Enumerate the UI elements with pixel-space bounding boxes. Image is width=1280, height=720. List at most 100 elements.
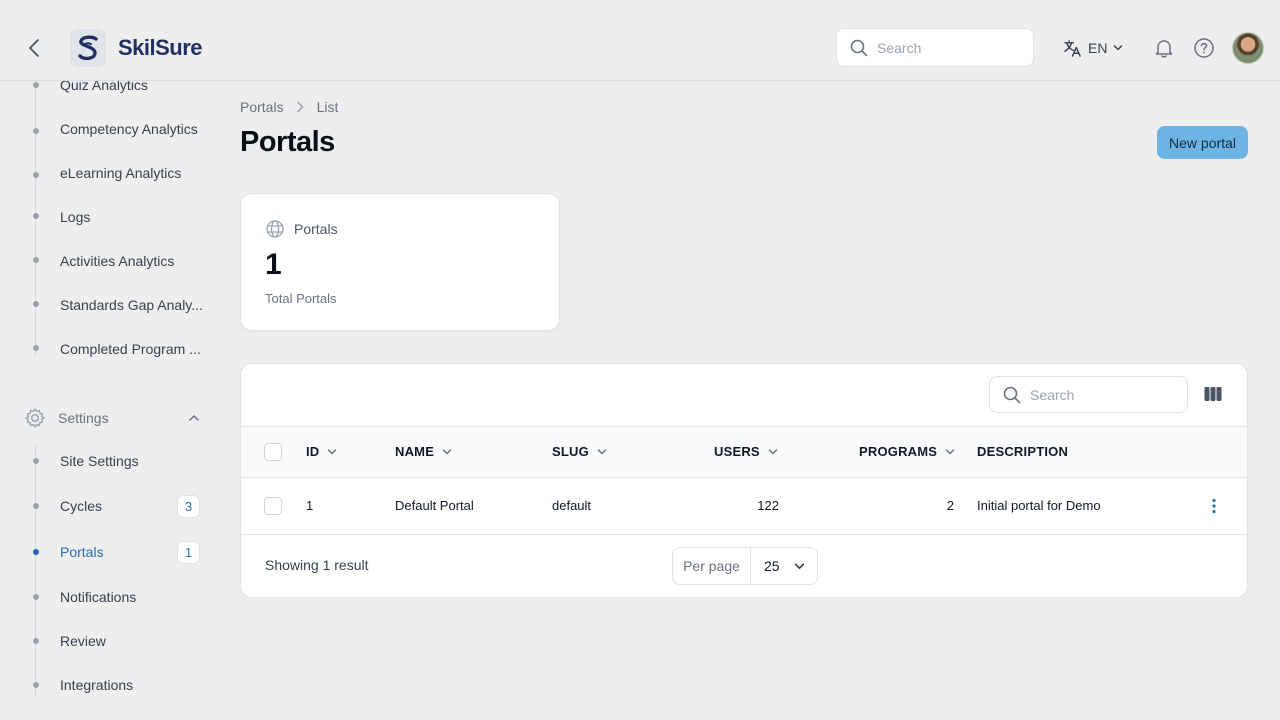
page-title: Portals: [240, 126, 335, 158]
stat-card-portals: Portals 1 Total Portals: [240, 193, 560, 331]
sidebar-item-review[interactable]: Review: [60, 633, 106, 649]
stat-card-value: 1: [265, 248, 282, 281]
sidebar-item-integrations[interactable]: Integrations: [60, 677, 133, 693]
chevron-down-icon: [1114, 45, 1123, 51]
column-toggle-button[interactable]: [1203, 384, 1223, 404]
results-summary: Showing 1 result: [265, 557, 369, 573]
row-actions-button[interactable]: [1204, 496, 1224, 516]
nav-dot-active: [33, 549, 39, 555]
per-page-select[interactable]: 25: [751, 548, 817, 584]
stat-card-header: Portals: [265, 219, 338, 239]
top-bar: SkilSure EN: [0, 0, 1280, 81]
per-page-value: 25: [764, 558, 780, 574]
global-search[interactable]: [836, 28, 1034, 67]
sort-chevron-icon: [328, 448, 337, 455]
sidebar-group-settings[interactable]: Settings: [24, 406, 200, 430]
column-header-label: SLUG: [552, 444, 589, 459]
select-all-checkbox[interactable]: [264, 443, 282, 461]
nav-dot: [33, 82, 39, 88]
chevron-up-icon: [189, 414, 199, 421]
sidebar-item-standards-gap-analysis[interactable]: Standards Gap Analy...: [60, 297, 203, 313]
sort-chevron-icon: [768, 448, 778, 455]
sidebar-item-logs[interactable]: Logs: [60, 209, 90, 225]
nav-dot: [33, 458, 39, 464]
stat-card-description: Total Portals: [265, 291, 337, 306]
table-row[interactable]: 1 Default Portal default 122 2 Initial p…: [241, 478, 1247, 535]
gear-icon: [25, 408, 45, 428]
breadcrumb: Portals List: [240, 99, 338, 115]
table-header-row: ID NAME SLUG USERS PROGRAMS DESCRIPTION: [241, 426, 1247, 478]
columns-icon: [1204, 387, 1222, 401]
chevron-left-icon: [29, 39, 39, 57]
bell-icon: [1155, 40, 1173, 58]
more-vertical-icon: [1212, 498, 1216, 514]
back-button[interactable]: [24, 36, 44, 60]
breadcrumb-portals[interactable]: Portals: [240, 99, 284, 115]
sidebar-item-cycles[interactable]: Cycles: [60, 498, 102, 514]
sidebar-tree-line: [35, 446, 36, 696]
cell-id: 1: [306, 498, 314, 513]
table-search-input[interactable]: [1030, 386, 1170, 403]
column-header-programs[interactable]: PROGRAMS: [859, 444, 955, 459]
user-avatar[interactable]: [1232, 32, 1264, 64]
nav-dot: [33, 345, 39, 351]
portals-count-badge: 1: [177, 541, 200, 564]
chevron-right-icon: [296, 101, 304, 113]
nav-dot: [33, 682, 39, 688]
sidebar-item-portals[interactable]: Portals: [60, 544, 104, 560]
sort-chevron-icon: [442, 448, 452, 455]
search-icon: [850, 39, 868, 56]
sidebar-item-activities-analytics[interactable]: Activities Analytics: [60, 253, 174, 269]
nav-dot: [33, 172, 39, 178]
new-portal-button[interactable]: New portal: [1157, 126, 1248, 159]
stat-card-label: Portals: [294, 221, 338, 237]
column-header-label: USERS: [714, 444, 760, 459]
column-header-id[interactable]: ID: [306, 444, 337, 459]
nav-dot: [33, 503, 39, 509]
column-header-label: NAME: [395, 444, 435, 459]
row-checkbox[interactable]: [264, 497, 282, 515]
logo-icon: [78, 35, 98, 61]
notifications-button[interactable]: [1153, 37, 1175, 59]
nav-dot: [33, 128, 39, 134]
sidebar-item-elearning-analytics[interactable]: eLearning Analytics: [60, 165, 181, 181]
table-search[interactable]: [989, 376, 1188, 413]
sidebar: Quiz Analytics Competency Analytics eLea…: [0, 77, 212, 720]
per-page-label: Per page: [673, 548, 751, 584]
sort-chevron-icon: [597, 448, 607, 455]
sidebar-item-site-settings[interactable]: Site Settings: [60, 453, 139, 469]
nav-dot: [33, 213, 39, 219]
nav-dot: [33, 257, 39, 263]
brand-logo[interactable]: [70, 29, 106, 67]
nav-dot: [33, 594, 39, 600]
search-icon: [1003, 386, 1021, 403]
sidebar-item-completed-program[interactable]: Completed Program ...: [60, 341, 201, 357]
brand-name: SkilSure: [118, 35, 203, 60]
language-label: EN: [1088, 40, 1108, 56]
column-header-slug[interactable]: SLUG: [552, 444, 607, 459]
language-switcher[interactable]: EN: [1063, 37, 1123, 59]
nav-dot: [33, 638, 39, 644]
translate-icon: [1064, 39, 1081, 57]
sidebar-item-competency-analytics[interactable]: Competency Analytics: [60, 121, 198, 137]
per-page-control: Per page 25: [672, 547, 818, 585]
portals-table: ID NAME SLUG USERS PROGRAMS DESCRIPTION …: [240, 363, 1248, 598]
column-header-description: DESCRIPTION: [977, 444, 1068, 459]
help-icon: [1194, 38, 1214, 58]
cell-users: 122: [757, 498, 779, 513]
cycles-count-badge: 3: [177, 495, 200, 518]
globe-icon: [266, 220, 284, 238]
column-header-name[interactable]: NAME: [395, 444, 452, 459]
sort-chevron-icon: [945, 448, 955, 455]
cell-programs: 2: [946, 498, 954, 513]
column-header-users[interactable]: USERS: [714, 444, 778, 459]
column-header-label: ID: [306, 444, 320, 459]
column-header-label: DESCRIPTION: [977, 444, 1069, 459]
cell-slug: default: [552, 498, 592, 513]
global-search-input[interactable]: [877, 39, 1017, 56]
cell-description: Initial portal for Demo: [977, 498, 1101, 513]
help-button[interactable]: [1193, 37, 1215, 59]
sidebar-item-notifications[interactable]: Notifications: [60, 589, 136, 605]
column-header-label: PROGRAMS: [859, 444, 938, 459]
chevron-down-icon: [794, 562, 805, 569]
